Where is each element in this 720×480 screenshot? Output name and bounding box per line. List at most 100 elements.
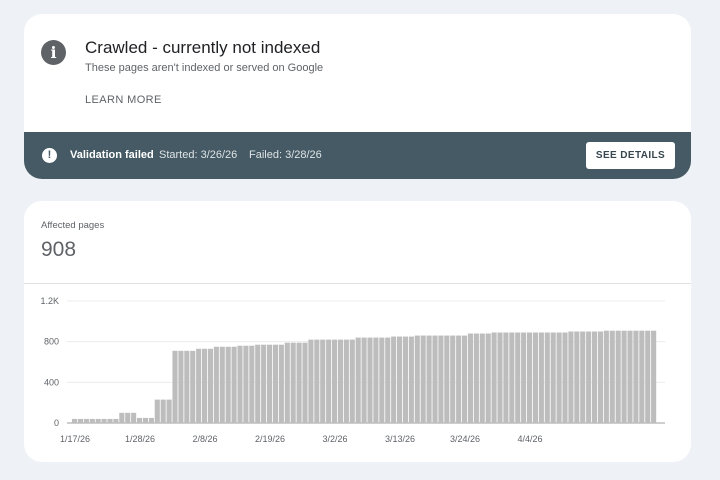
chart-bar[interactable] [131, 412, 137, 423]
chart-bar[interactable] [290, 342, 296, 423]
chart-bar[interactable] [142, 417, 149, 423]
chart-bar[interactable] [515, 332, 521, 423]
chart-bar[interactable] [509, 332, 515, 423]
chart-bar[interactable] [249, 345, 255, 423]
chart-bar[interactable] [231, 346, 237, 423]
chart-bar[interactable] [148, 417, 154, 423]
chart-bar[interactable] [491, 332, 497, 423]
chart-bar[interactable] [119, 412, 125, 423]
chart-bar[interactable] [172, 350, 178, 423]
chart-bar[interactable] [379, 337, 385, 423]
chart-bar[interactable] [349, 339, 355, 423]
chart-bar[interactable] [373, 337, 379, 423]
chart-bar[interactable] [532, 332, 539, 423]
chart-bar[interactable] [592, 331, 598, 424]
chart-bar[interactable] [391, 336, 397, 423]
chart-bar[interactable] [196, 348, 202, 423]
chart-bar[interactable] [261, 344, 267, 423]
chart-bar[interactable] [467, 333, 474, 423]
chart-bar[interactable] [332, 339, 338, 423]
chart-bar[interactable] [137, 417, 143, 423]
chart-bar[interactable] [538, 332, 544, 423]
learn-more-link[interactable]: LEARN MORE [85, 94, 162, 106]
chart-bar[interactable] [125, 412, 131, 423]
chart-bar[interactable] [521, 332, 527, 423]
chart-bar[interactable] [432, 335, 438, 423]
chart-bar[interactable] [462, 335, 468, 423]
chart-bar[interactable] [556, 332, 562, 423]
see-details-button[interactable]: SEE DETAILS [586, 142, 675, 169]
chart-bar[interactable] [308, 339, 314, 423]
chart-bar[interactable] [397, 336, 403, 423]
chart-bar[interactable] [255, 344, 261, 423]
chart-bar[interactable] [243, 345, 249, 423]
chart-bar[interactable] [444, 335, 450, 423]
chart-bar[interactable] [343, 339, 349, 423]
chart-bar[interactable] [213, 346, 219, 423]
chart-bar[interactable] [314, 339, 320, 423]
chart-bar[interactable] [473, 333, 479, 423]
chart-bar[interactable] [562, 332, 568, 423]
chart-bar[interactable] [568, 331, 574, 424]
chart-bar[interactable] [586, 331, 592, 424]
chart-bar[interactable] [302, 342, 308, 423]
chart-bar[interactable] [385, 337, 391, 423]
chart-bar[interactable] [408, 336, 414, 423]
chart-bar[interactable] [113, 418, 119, 423]
chart-bar[interactable] [160, 399, 166, 423]
chart-bar[interactable] [178, 350, 184, 423]
chart-bar[interactable] [296, 342, 302, 423]
chart-bar[interactable] [633, 330, 639, 423]
chart-bar[interactable] [627, 330, 633, 423]
chart-bar[interactable] [355, 337, 361, 423]
chart-bar[interactable] [184, 350, 190, 423]
chart-bar[interactable] [550, 332, 556, 423]
chart-bar[interactable] [284, 342, 290, 423]
chart-bar[interactable] [77, 418, 84, 423]
chart-bar[interactable] [402, 336, 409, 423]
chart-bar[interactable] [645, 330, 651, 423]
chart-bar[interactable] [190, 350, 196, 423]
chart-bar[interactable] [497, 332, 503, 423]
chart-bar[interactable] [326, 339, 332, 423]
chart-bar[interactable] [272, 344, 279, 423]
chart-bar[interactable] [597, 331, 604, 424]
chart-bar[interactable] [154, 399, 160, 423]
chart-bar[interactable] [219, 346, 225, 423]
chart-bar[interactable] [603, 330, 609, 423]
chart-bar[interactable] [107, 418, 113, 423]
chart-bar[interactable] [609, 330, 615, 423]
chart-bar[interactable] [503, 332, 509, 423]
chart-bar[interactable] [544, 332, 550, 423]
chart-bar[interactable] [639, 330, 645, 423]
chart-bar[interactable] [202, 348, 208, 423]
chart-bar[interactable] [580, 331, 586, 424]
chart-bar[interactable] [456, 335, 462, 423]
chart-bar[interactable] [527, 332, 533, 423]
chart-bar[interactable] [615, 330, 621, 423]
chart-bar[interactable] [574, 331, 580, 424]
chart-bar[interactable] [426, 335, 432, 423]
chart-bar[interactable] [414, 335, 420, 423]
chart-bar[interactable] [337, 339, 344, 423]
chart-bar[interactable] [438, 335, 444, 423]
chart-bar[interactable] [207, 348, 214, 423]
chart-bar[interactable] [72, 418, 78, 423]
chart-bar[interactable] [621, 330, 627, 423]
chart-bar[interactable] [479, 333, 485, 423]
chart-bar[interactable] [278, 344, 284, 423]
chart-bar[interactable] [83, 418, 89, 423]
chart-bar[interactable] [485, 333, 491, 423]
chart-bar[interactable] [651, 330, 657, 423]
chart-bar[interactable] [420, 335, 426, 423]
chart-bar[interactable] [225, 346, 231, 423]
chart-bar[interactable] [450, 335, 456, 423]
chart-bar[interactable] [237, 345, 243, 423]
chart-bar[interactable] [367, 337, 373, 423]
chart-bar[interactable] [89, 418, 95, 423]
chart-bar[interactable] [320, 339, 326, 423]
chart-bar[interactable] [361, 337, 367, 423]
chart-bar[interactable] [101, 418, 107, 423]
chart-bar[interactable] [267, 344, 273, 423]
chart-bar[interactable] [166, 399, 172, 423]
